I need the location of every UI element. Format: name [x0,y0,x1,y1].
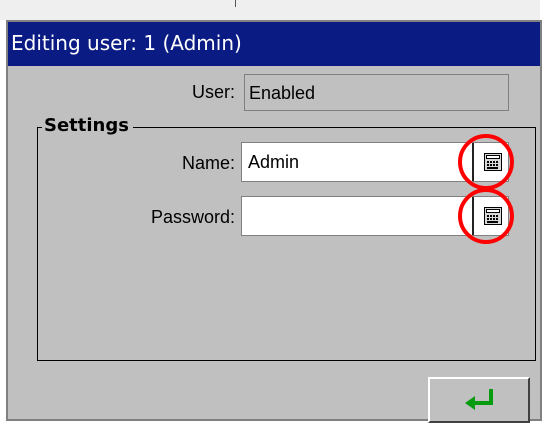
top-strip [0,0,548,20]
top-tick-mark [235,0,236,7]
user-status-field: Enabled [244,74,509,111]
name-input[interactable]: Admin [241,142,509,182]
confirm-button[interactable] [428,377,530,423]
password-label: Password: [150,207,235,227]
name-label: Name: [181,153,235,173]
user-label: User: [191,82,235,102]
dialog-title: Editing user: 1 (Admin) [8,22,540,66]
keyboard-icon [484,153,502,171]
password-keyboard-button[interactable] [472,197,508,235]
enter-arrow-icon [465,389,493,410]
name-input-value: Admin [248,152,300,172]
password-input[interactable] [241,196,509,236]
keyboard-icon [484,207,502,225]
name-keyboard-button[interactable] [472,143,508,181]
device-screen: Editing user: 1 (Admin) User: Enabled Se… [0,0,548,426]
settings-group-title: Settings [42,116,133,136]
edit-user-dialog: Editing user: 1 (Admin) User: Enabled Se… [6,20,542,423]
user-status-value: Enabled [249,83,316,103]
